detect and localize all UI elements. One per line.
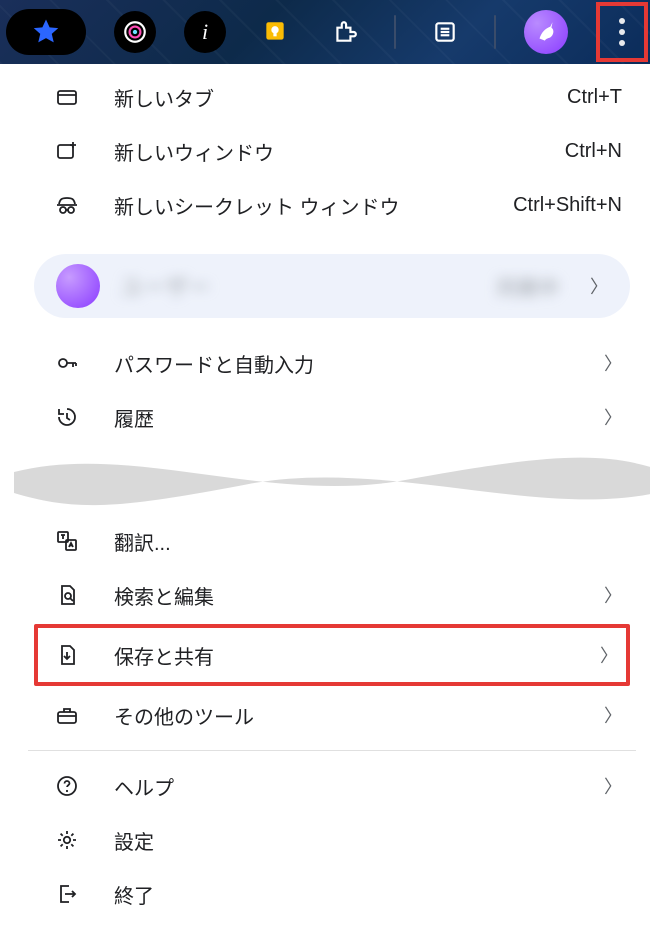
lightbulb-icon (262, 19, 288, 45)
menu-item-save-share[interactable]: 保存と共有 〉 (34, 624, 630, 686)
menu-item-label: 翻訳... (114, 527, 622, 556)
incognito-icon (54, 193, 80, 217)
menu-item-profile[interactable]: ユーザー 同期中 〉 (34, 254, 630, 318)
menu-item-exit[interactable]: 終了 (14, 867, 650, 921)
menu-item-label: 終了 (114, 880, 622, 909)
chevron-right-icon: 〉 (590, 273, 608, 299)
chevron-right-icon: 〉 (604, 773, 622, 799)
chevron-right-icon: 〉 (600, 642, 618, 668)
reading-list-button[interactable] (424, 11, 466, 53)
chevron-right-icon: 〉 (604, 582, 622, 608)
menu-item-shortcut: Ctrl+T (567, 86, 622, 109)
menu-item-new-window[interactable]: 新しいウィンドウ Ctrl+N (14, 124, 650, 178)
unicorn-icon (533, 19, 559, 45)
extensions-button[interactable] (324, 11, 366, 53)
menu-item-label: 保存と共有 (114, 641, 566, 670)
menu-item-label: ヘルプ (114, 772, 570, 801)
menu-item-label: パスワードと自動入力 (114, 349, 570, 378)
menu-item-translate[interactable]: 翻訳... (14, 514, 650, 568)
profile-name: ユーザー (120, 270, 477, 302)
puzzle-piece-icon (332, 19, 358, 45)
menu-item-new-incognito[interactable]: 新しいシークレット ウィンドウ Ctrl+Shift+N (14, 178, 650, 232)
profile-avatar-icon (56, 264, 100, 308)
menu-item-history[interactable]: 履歴 〉 (14, 390, 650, 444)
menu-item-shortcut: Ctrl+Shift+N (513, 194, 622, 217)
translate-icon (54, 529, 80, 553)
key-icon (54, 351, 80, 375)
menu-item-label: 検索と編集 (114, 581, 570, 610)
chevron-right-icon: 〉 (604, 350, 622, 376)
menu-item-passwords[interactable]: パスワードと自動入力 〉 (14, 336, 650, 390)
find-in-page-icon (54, 583, 80, 607)
exit-icon (54, 882, 80, 906)
menu-item-settings[interactable]: 設定 (14, 813, 650, 867)
new-window-icon (54, 139, 80, 163)
camera-lens-button[interactable] (114, 11, 156, 53)
kebab-icon (618, 17, 626, 47)
menu-item-find-edit[interactable]: 検索と編集 〉 (14, 568, 650, 622)
info-button[interactable]: i (184, 11, 226, 53)
menu-item-label: その他のツール (114, 701, 570, 730)
profile-status: 同期中 (497, 272, 560, 301)
menu-item-shortcut: Ctrl+N (565, 140, 622, 163)
more-menu-button[interactable] (594, 0, 650, 64)
toolbar-divider (494, 15, 496, 49)
camera-lens-icon (122, 19, 148, 45)
star-icon (31, 17, 61, 47)
menu-item-label: 設定 (114, 826, 622, 855)
profile-avatar-button[interactable] (524, 10, 568, 54)
new-tab-icon (54, 85, 80, 109)
menu-separator (28, 750, 636, 751)
menu-item-label: 新しいタブ (114, 83, 533, 112)
menu-item-help[interactable]: ヘルプ 〉 (14, 759, 650, 813)
help-icon (54, 774, 80, 798)
reading-list-icon (432, 19, 458, 45)
menu-item-label: 新しいウィンドウ (114, 137, 531, 166)
history-icon (54, 405, 80, 429)
toolbar-divider (394, 15, 396, 49)
toolbox-icon (54, 703, 80, 727)
browser-toolbar: i (0, 0, 650, 64)
menu-item-new-tab[interactable]: 新しいタブ Ctrl+T (14, 70, 650, 124)
info-icon: i (202, 19, 208, 45)
bookmark-star-button[interactable] (6, 9, 86, 55)
menu-item-label: 履歴 (114, 403, 570, 432)
save-share-icon (54, 643, 80, 667)
content-omitted-indicator (14, 450, 650, 510)
keep-notes-button[interactable] (254, 11, 296, 53)
menu-item-more-tools[interactable]: その他のツール 〉 (14, 688, 650, 742)
gear-icon (54, 828, 80, 852)
browser-main-menu: 新しいタブ Ctrl+T 新しいウィンドウ Ctrl+N 新しいシークレット ウ… (14, 70, 650, 921)
menu-item-label: 新しいシークレット ウィンドウ (114, 191, 479, 220)
chevron-right-icon: 〉 (604, 404, 622, 430)
chevron-right-icon: 〉 (604, 702, 622, 728)
